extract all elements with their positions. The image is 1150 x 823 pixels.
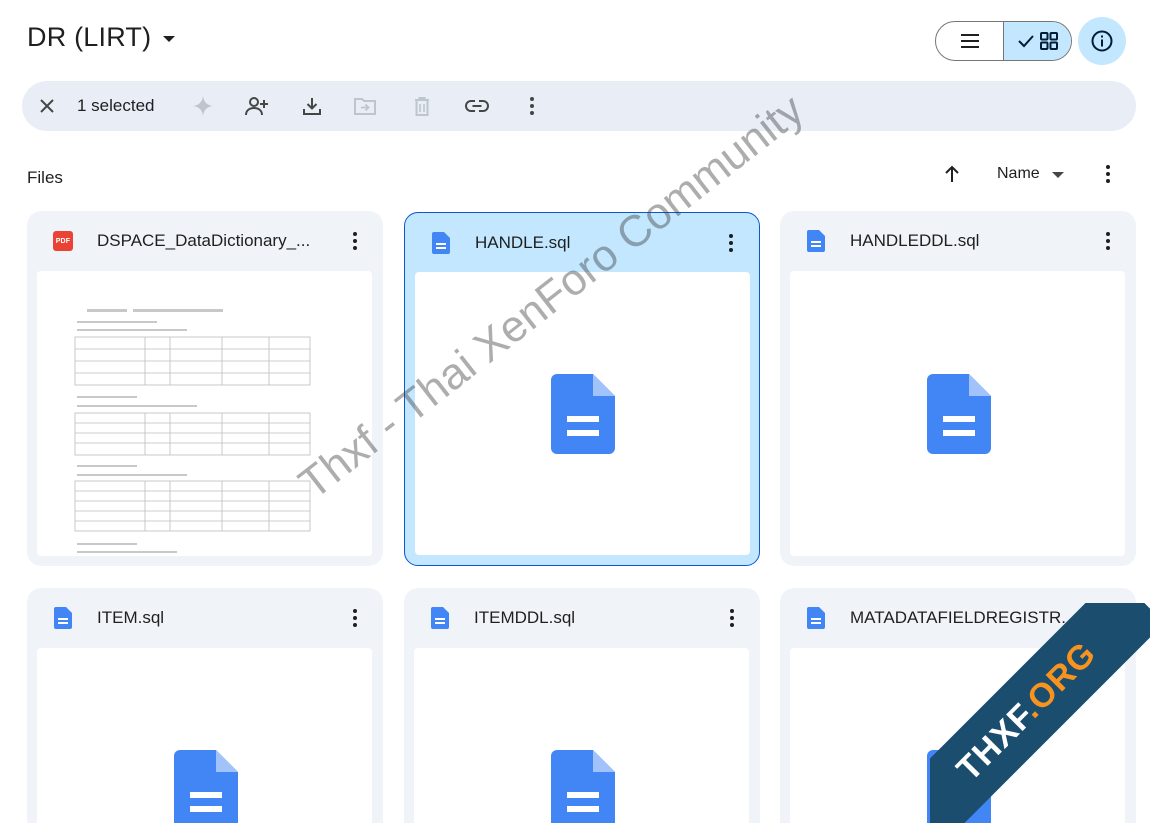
file-name: HANDLE.sql <box>475 233 571 252</box>
trash-icon <box>415 96 429 116</box>
header: DR (LIRT) <box>0 0 1150 80</box>
arrow-up-icon <box>945 165 959 182</box>
delete-button[interactable] <box>407 81 437 131</box>
caret-down-icon <box>163 36 176 42</box>
file-card-header: HANDLE.sql <box>405 213 759 271</box>
file-thumbnail <box>37 648 372 823</box>
file-card-header: HANDLEDDL.sql <box>780 211 1136 269</box>
file-more-button[interactable] <box>719 229 743 257</box>
doc-icon <box>804 606 828 630</box>
grid-icon <box>1039 32 1058 50</box>
more-actions-button[interactable] <box>517 81 547 131</box>
more-vert-icon <box>730 609 734 627</box>
file-card[interactable]: ITEMDDL.sql <box>404 588 760 823</box>
file-more-button[interactable] <box>1096 227 1120 255</box>
file-name: MATADATAFIELDREGISTR... <box>850 608 1076 627</box>
file-more-button[interactable] <box>343 227 367 255</box>
folder-title: DR (LIRT) <box>27 22 152 52</box>
file-more-button[interactable] <box>720 604 744 632</box>
person-add-icon <box>245 97 268 116</box>
doc-icon <box>428 606 452 630</box>
copy-link-button[interactable] <box>462 81 492 131</box>
move-button[interactable] <box>350 81 380 131</box>
file-card[interactable]: HANDLEDDL.sql <box>780 211 1136 566</box>
file-card-header: ITEMDDL.sql <box>404 588 760 646</box>
caret-down-icon <box>1051 172 1064 178</box>
pdf-icon: PDF <box>51 229 75 253</box>
file-thumbnail <box>37 271 372 556</box>
more-vert-icon <box>530 97 534 115</box>
file-card[interactable]: PDF DSPACE_DataDictionary_... <box>27 211 383 566</box>
list-icon <box>960 34 979 48</box>
move-to-folder-icon <box>354 98 376 115</box>
download-button[interactable] <box>297 81 327 131</box>
file-name: ITEMDDL.sql <box>474 608 576 627</box>
download-icon <box>303 98 321 115</box>
file-card[interactable]: HANDLE.sql <box>404 212 760 566</box>
folder-title-dropdown[interactable]: DR (LIRT) <box>27 22 176 53</box>
sparkle-icon <box>193 96 213 116</box>
file-card-header: PDF DSPACE_DataDictionary_... <box>27 211 383 269</box>
more-vert-icon <box>353 232 357 250</box>
more-vert-icon <box>353 609 357 627</box>
grid-view-button[interactable] <box>1004 22 1071 60</box>
file-thumbnail <box>790 648 1125 823</box>
share-button[interactable] <box>242 81 272 131</box>
pdf-preview-image <box>74 309 311 553</box>
file-card-header: ITEM.sql <box>27 588 383 646</box>
files-options-button[interactable] <box>1094 160 1122 188</box>
info-icon <box>1091 30 1113 52</box>
doc-icon <box>51 606 75 630</box>
file-card[interactable]: MATADATAFIELDREGISTR... <box>780 588 1136 823</box>
doc-large-icon <box>551 374 615 454</box>
doc-large-icon <box>927 750 991 823</box>
list-view-button[interactable] <box>936 22 1004 60</box>
details-info-button[interactable] <box>1078 17 1126 65</box>
file-thumbnail <box>415 272 750 555</box>
more-vert-icon <box>729 234 733 252</box>
file-card-header: MATADATAFIELDREGISTR... <box>780 588 1136 646</box>
sort-direction-button[interactable] <box>938 160 966 188</box>
files-section-label: Files <box>27 168 63 187</box>
doc-large-icon <box>927 374 991 454</box>
file-card[interactable]: ITEM.sql <box>27 588 383 823</box>
more-vert-icon <box>1106 609 1110 627</box>
more-vert-icon <box>1106 232 1110 250</box>
file-name: DSPACE_DataDictionary_... <box>97 231 311 250</box>
sort-by-label: Name <box>997 165 1040 182</box>
selection-toolbar: 1 selected <box>22 81 1136 131</box>
file-more-button[interactable] <box>1096 604 1120 632</box>
doc-large-icon <box>551 750 615 823</box>
link-icon <box>465 100 489 112</box>
selection-count: 1 selected <box>77 96 155 115</box>
clear-selection-button[interactable] <box>32 81 62 131</box>
file-thumbnail <box>790 271 1125 556</box>
close-icon <box>40 99 54 113</box>
doc-large-icon <box>174 750 238 823</box>
file-name: ITEM.sql <box>97 608 165 627</box>
file-name: HANDLEDDL.sql <box>850 231 980 250</box>
file-more-button[interactable] <box>343 604 367 632</box>
file-thumbnail <box>414 648 749 823</box>
check-icon <box>1017 35 1034 48</box>
sort-by-dropdown[interactable]: Name <box>997 162 1064 186</box>
more-vert-icon <box>1106 165 1110 183</box>
doc-icon <box>804 229 828 253</box>
doc-icon <box>429 231 453 255</box>
view-toggle <box>935 21 1072 61</box>
gemini-summarize-button[interactable] <box>188 81 218 131</box>
